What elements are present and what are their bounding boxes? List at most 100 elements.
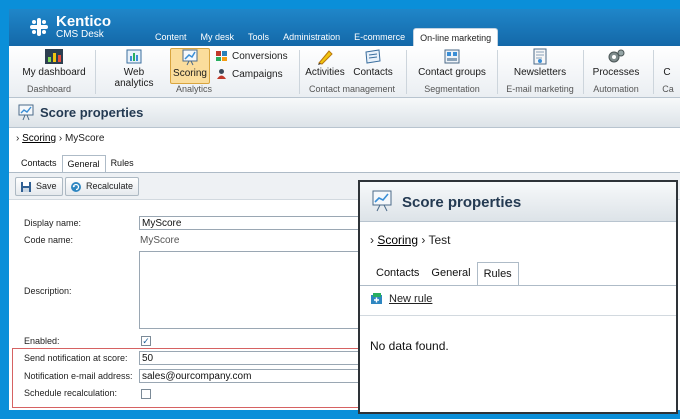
save-button[interactable]: Save bbox=[15, 177, 63, 196]
app-window: Kentico CMS Desk Content My desk Tools A… bbox=[0, 0, 680, 419]
breadcrumb: › Scoring › MyScore bbox=[16, 133, 104, 144]
new-rule-icon bbox=[371, 293, 382, 304]
scoring-button[interactable]: Scoring bbox=[170, 48, 210, 84]
notification-email-field[interactable] bbox=[139, 369, 369, 383]
contact-groups-label: Contact groups bbox=[418, 67, 486, 78]
overlay-breadcrumb-current: Test bbox=[428, 233, 451, 247]
description-field[interactable] bbox=[139, 251, 369, 329]
campaigns-label: Campaigns bbox=[232, 68, 283, 80]
contact-groups-icon bbox=[444, 49, 460, 64]
tab-tools[interactable]: Tools bbox=[242, 28, 275, 46]
overlay-title: Score properties bbox=[402, 194, 522, 211]
activities-button[interactable]: Activities bbox=[305, 48, 345, 78]
processes-label: Processes bbox=[592, 67, 640, 78]
score-properties-icon bbox=[18, 104, 34, 121]
schedule-recalculation-checkbox[interactable] bbox=[141, 389, 151, 399]
schedule-recalculation-label: Schedule recalculation: bbox=[24, 388, 118, 398]
code-name-value: MyScore bbox=[140, 235, 180, 246]
overlay-tab-general[interactable]: General bbox=[425, 262, 476, 286]
overlay-breadcrumb: › Scoring › Test bbox=[370, 233, 451, 247]
recalculate-button[interactable]: Recalculate bbox=[65, 177, 140, 196]
ribbon-separator bbox=[583, 50, 584, 94]
contact-groups-button[interactable]: Contact groups bbox=[417, 48, 487, 78]
activities-icon bbox=[318, 50, 333, 65]
ribbon-separator bbox=[653, 50, 654, 94]
new-rule-button[interactable]: New rule bbox=[370, 292, 432, 305]
contacts-button[interactable]: Contacts bbox=[352, 48, 394, 78]
kentico-logo-icon bbox=[30, 18, 48, 36]
newsletters-button[interactable]: Newsletters bbox=[509, 48, 571, 78]
scoring-icon bbox=[182, 49, 198, 66]
new-rule-label: New rule bbox=[389, 292, 433, 305]
send-notification-label: Send notification at score: bbox=[24, 353, 128, 363]
score-properties-overlay: Score properties › Scoring › Test Contac… bbox=[358, 180, 678, 414]
dashboard-icon bbox=[45, 49, 63, 64]
ribbon-separator bbox=[299, 50, 300, 94]
conversions-icon bbox=[216, 51, 227, 61]
kentico-logo[interactable]: Kentico CMS Desk bbox=[30, 12, 134, 42]
conversions-button[interactable]: Conversions bbox=[215, 50, 288, 62]
overlay-tab-bar: Contacts General Rules bbox=[370, 262, 519, 286]
newsletters-label: Newsletters bbox=[513, 67, 567, 78]
ribbon-separator bbox=[406, 50, 407, 94]
tab-rules[interactable]: Rules bbox=[106, 155, 139, 173]
logo-subtitle: CMS Desk bbox=[56, 29, 104, 40]
automation-group-label: Automation bbox=[593, 84, 639, 94]
logo-title: Kentico bbox=[56, 13, 112, 30]
enabled-checkbox[interactable]: ✓ bbox=[141, 336, 151, 346]
page-title: Score properties bbox=[40, 105, 144, 120]
tab-on-line-marketing[interactable]: On-line marketing bbox=[413, 28, 499, 47]
tab-content[interactable]: Content bbox=[149, 28, 193, 46]
conversions-label: Conversions bbox=[232, 50, 288, 62]
campaigns-button[interactable]: Campaigns bbox=[215, 68, 283, 80]
save-label: Save bbox=[36, 181, 57, 191]
no-data-message: No data found. bbox=[370, 339, 449, 353]
chevron-right-icon: › bbox=[421, 233, 426, 247]
dashboard-group-label: Dashboard bbox=[26, 84, 72, 94]
chevron-right-icon: › bbox=[370, 233, 374, 247]
newsletters-icon bbox=[533, 48, 547, 65]
overlay-tab-rules[interactable]: Rules bbox=[476, 262, 519, 286]
tab-general[interactable]: General bbox=[61, 155, 106, 173]
processes-button[interactable]: Processes bbox=[591, 48, 641, 78]
my-dashboard-label: My dashboard bbox=[22, 67, 86, 78]
tab-my-desk[interactable]: My desk bbox=[195, 28, 241, 46]
breadcrumb-scoring-link[interactable]: Scoring bbox=[22, 133, 56, 144]
analytics-group-label: Analytics bbox=[175, 84, 212, 94]
display-name-label: Display name: bbox=[24, 218, 82, 228]
main-tab-bar: Content My desk Tools Administration E-c… bbox=[149, 28, 500, 47]
overlay-breadcrumb-scoring-link[interactable]: Scoring bbox=[377, 233, 418, 247]
breadcrumb-current: MyScore bbox=[64, 133, 105, 144]
top-header: Kentico CMS Desk Content My desk Tools A… bbox=[9, 9, 680, 47]
tab-e-commerce[interactable]: E-commerce bbox=[348, 28, 411, 46]
chevron-right-icon: › bbox=[16, 133, 20, 144]
campaigns-icon bbox=[217, 69, 226, 79]
code-name-label: Code name: bbox=[24, 235, 74, 245]
segmentation-group-label: Segmentation bbox=[424, 84, 480, 94]
email-marketing-group-label: E-mail marketing bbox=[506, 84, 574, 94]
web-analytics-button[interactable]: Web analytics bbox=[103, 48, 165, 89]
contacts-icon bbox=[365, 49, 381, 64]
score-properties-icon bbox=[372, 190, 392, 212]
my-dashboard-button[interactable]: My dashboard bbox=[19, 48, 89, 78]
description-label: Description: bbox=[24, 286, 72, 296]
chevron-right-icon: › bbox=[58, 133, 63, 144]
cut-off-group-label: Ca bbox=[662, 84, 674, 94]
cut-off-ribbon-button[interactable]: C bbox=[660, 67, 674, 78]
web-analytics-label: Web analytics bbox=[114, 67, 154, 89]
overlay-title-bar: Score properties bbox=[360, 182, 676, 222]
overlay-tab-contacts[interactable]: Contacts bbox=[370, 262, 425, 286]
ribbon-separator bbox=[497, 50, 498, 94]
recalculate-label: Recalculate bbox=[86, 181, 134, 191]
display-name-field[interactable] bbox=[139, 216, 369, 230]
page-tab-bar: Contacts General Rules bbox=[16, 155, 139, 173]
tab-administration[interactable]: Administration bbox=[277, 28, 346, 46]
tab-contacts[interactable]: Contacts bbox=[16, 155, 62, 173]
web-analytics-icon bbox=[126, 49, 142, 64]
ribbon-toolbar: My dashboard Dashboard Web analytics Sco… bbox=[9, 46, 680, 98]
send-notification-field[interactable] bbox=[139, 351, 369, 365]
overlay-divider bbox=[360, 315, 676, 316]
contact-management-group-label: Contact management bbox=[308, 84, 396, 94]
recalculate-icon bbox=[71, 182, 81, 192]
overlay-tab-divider bbox=[360, 285, 676, 286]
